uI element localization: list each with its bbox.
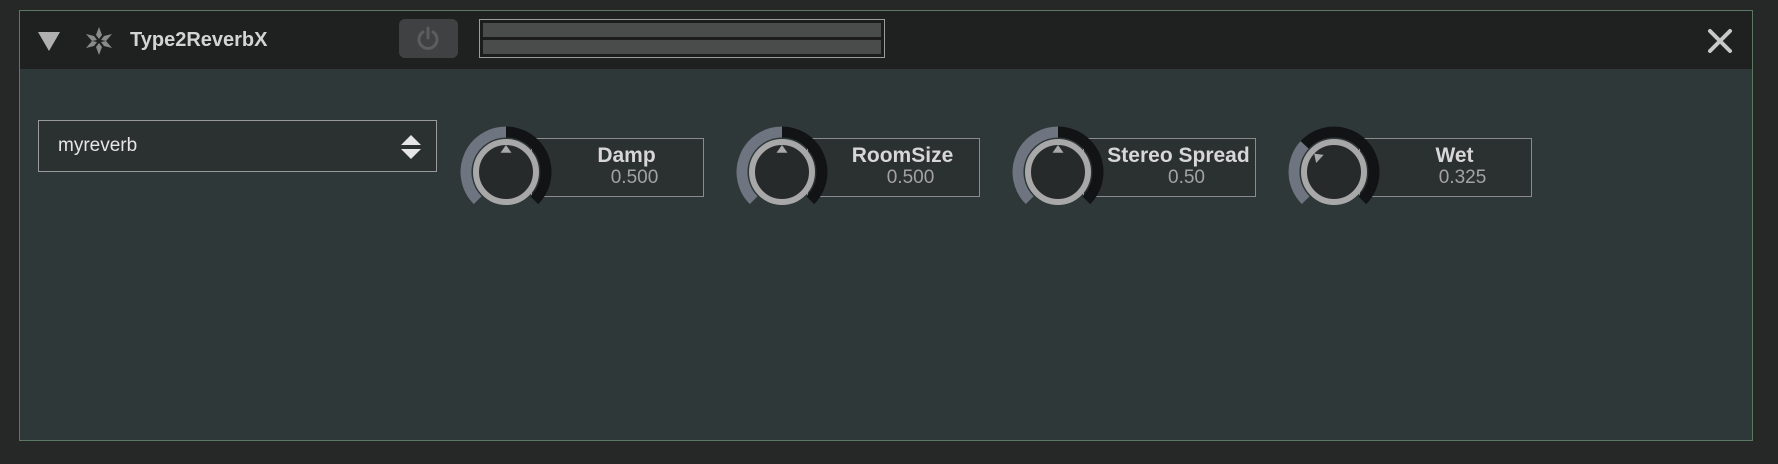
param-label: Wet: [1435, 144, 1474, 167]
knob-body: [1301, 139, 1367, 205]
param-roomsize: RoomSize 0.500: [733, 123, 993, 217]
param-value: 0.325: [1438, 167, 1487, 188]
param-damp: Damp 0.500: [457, 123, 717, 217]
param-display: Damp 0.500: [531, 138, 704, 197]
param-label: RoomSize: [851, 144, 954, 167]
preset-value: myreverb: [58, 135, 138, 156]
param-display: Wet 0.325: [1359, 138, 1532, 197]
param-value: 0.500: [886, 167, 935, 188]
preset-select[interactable]: myreverb: [38, 120, 437, 172]
param-value: 0.50: [1168, 167, 1205, 188]
param-label: Stereo Spread: [1107, 144, 1250, 167]
meter-left-channel: [483, 23, 881, 37]
param-label: Damp: [597, 144, 656, 167]
close-icon[interactable]: [1707, 28, 1733, 54]
module-title: Type2ReverbX: [130, 29, 268, 51]
meter-right-channel: [483, 40, 881, 54]
stereo-spread-knob[interactable]: [1009, 123, 1107, 221]
wet-knob[interactable]: [1285, 123, 1383, 221]
roomsize-knob[interactable]: [733, 123, 831, 221]
flake-icon: [82, 24, 116, 58]
param-stereo-spread: Stereo Spread 0.50: [1009, 123, 1269, 217]
power-icon: [417, 26, 439, 50]
power-button[interactable]: [399, 19, 458, 58]
param-display: RoomSize 0.500: [807, 138, 980, 197]
param-display: Stereo Spread 0.50: [1083, 138, 1256, 197]
triangle-down-icon[interactable]: [36, 29, 62, 53]
level-meter: [479, 19, 885, 58]
reverb-module-panel: Type2ReverbX myreverb Damp 0.500 RoomSiz…: [19, 10, 1753, 441]
param-wet: Wet 0.325: [1285, 123, 1545, 217]
up-down-arrows-icon: [401, 135, 421, 159]
module-header: Type2ReverbX: [20, 11, 1752, 69]
damp-knob[interactable]: [457, 123, 555, 221]
param-value: 0.500: [610, 167, 659, 188]
